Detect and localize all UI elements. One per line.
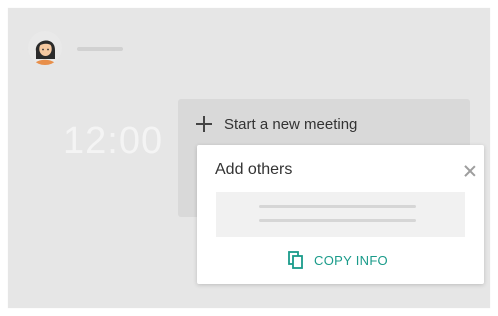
info-placeholder-line bbox=[259, 219, 416, 222]
user-name-placeholder bbox=[77, 47, 123, 51]
copy-icon bbox=[288, 251, 303, 269]
avatar-icon bbox=[28, 31, 62, 65]
start-meeting-row[interactable]: Start a new meeting bbox=[196, 113, 357, 135]
copy-info-button[interactable]: COPY INFO bbox=[288, 250, 388, 270]
clock-time: 12:00 bbox=[63, 120, 164, 162]
start-meeting-label: Start a new meeting bbox=[224, 115, 358, 133]
plus-icon bbox=[196, 116, 212, 132]
close-icon[interactable] bbox=[464, 165, 476, 177]
meeting-info-box bbox=[216, 192, 465, 237]
avatar[interactable] bbox=[28, 31, 62, 65]
dialog-title: Add others bbox=[215, 161, 293, 178]
add-others-dialog: Add others COPY INFO bbox=[197, 145, 484, 284]
copy-info-label: COPY INFO bbox=[314, 252, 388, 268]
info-placeholder-line bbox=[259, 205, 416, 208]
